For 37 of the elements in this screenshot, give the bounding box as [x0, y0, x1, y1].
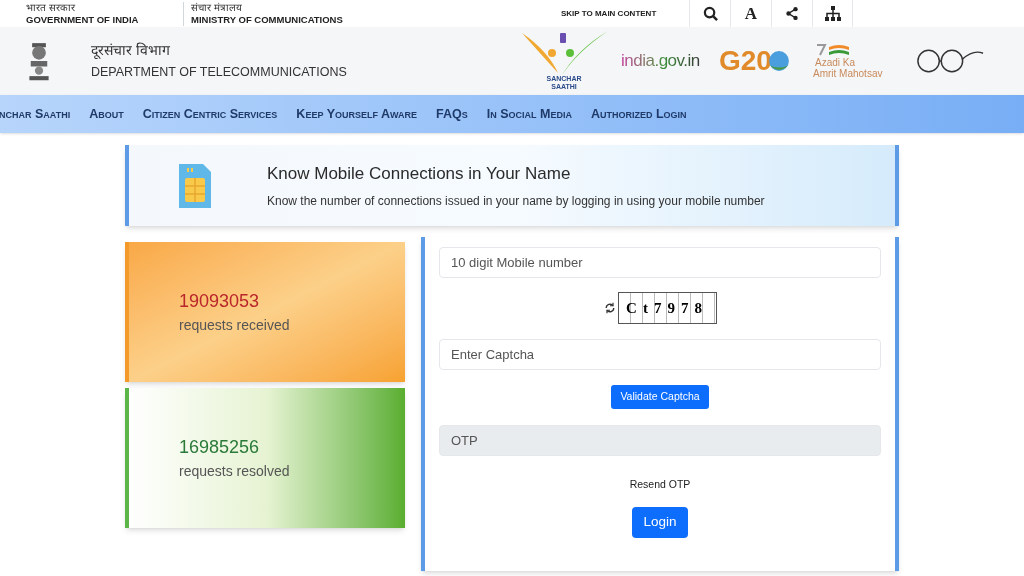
department-hindi: दूरसंचार विभाग [91, 41, 171, 61]
search-icon[interactable] [702, 6, 718, 21]
ministry-name: MINISTRY OF COMMUNICATIONS [191, 13, 344, 26]
nav-link[interactable]: Authorized Login [590, 104, 687, 124]
validate-captcha-button[interactable]: Validate Captcha [611, 385, 709, 409]
request-count: 19093053 [179, 290, 261, 313]
banner-title: Know Mobile Connections in Your Name [267, 162, 572, 185]
nav-link[interactable]: In Social Media [486, 104, 572, 124]
resend-otp-link[interactable]: Resend OTP [629, 477, 691, 493]
nav-link[interactable]: nchar Saathi [0, 104, 71, 124]
logo-caption: Azadi Ka [815, 57, 857, 68]
share-icon[interactable] [785, 6, 799, 21]
input-field[interactable]: 10 digit Mobile number [439, 247, 881, 278]
refresh-icon[interactable] [603, 302, 616, 314]
government-name: GOVERNMENT OF INDIA [26, 13, 140, 26]
font-size-button[interactable]: A [744, 0, 758, 27]
ministry-hindi: संचार मंत्रालय [191, 1, 243, 14]
login-button[interactable]: Login [632, 506, 688, 538]
spectacles-icon [915, 47, 985, 75]
g20-logo: G20 [719, 44, 772, 78]
department-name: DEPARTMENT OF TELECOMMUNICATIONS [91, 64, 348, 82]
banner-subtitle: Know the number of connections issued in your name by logging in using your mobile number [267, 193, 765, 211]
skip-link[interactable]: SKIP TO MAIN CONTENT [561, 7, 689, 20]
captcha-image: Ct7978 [617, 292, 717, 324]
request-count: 16985256 [179, 436, 261, 459]
nav-link[interactable]: Citizen Centric Services [142, 104, 278, 124]
input-field[interactable]: Enter Captcha [439, 339, 881, 370]
sim-card-icon [177, 161, 213, 210]
government-hindi: भारत सरकार [26, 1, 76, 14]
nav-link[interactable]: FAQs [436, 104, 468, 124]
sitemap-icon[interactable] [824, 6, 841, 21]
logo-caption: Amrit Mahotsav [813, 68, 884, 79]
nav-link[interactable]: Keep Yourself Aware [296, 104, 418, 124]
request-label: requests received [179, 316, 291, 335]
nav-link[interactable]: About [89, 104, 124, 124]
flag-icon [815, 43, 851, 57]
request-label: requests resolved [179, 462, 291, 481]
